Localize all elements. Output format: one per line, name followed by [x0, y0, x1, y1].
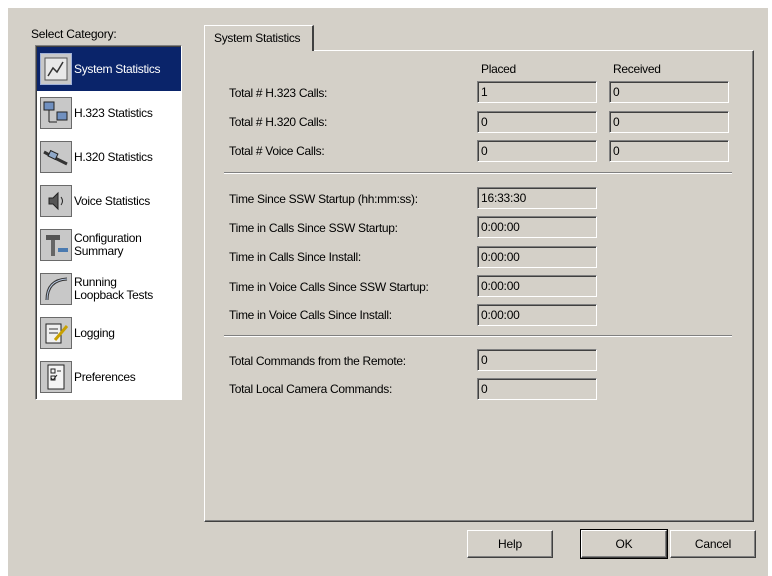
h323-received-field: 0 [609, 81, 729, 103]
cancel-button[interactable]: Cancel [670, 530, 756, 558]
category-label: Configuration Summary [74, 231, 142, 258]
speaker-icon [40, 185, 72, 217]
voice-calls-label: Total # Voice Calls: [229, 144, 325, 158]
category-item-h323-statistics[interactable]: H.323 Statistics [37, 91, 181, 135]
tab-system-statistics[interactable]: System Statistics [204, 25, 314, 51]
category-item-voice-statistics[interactable]: Voice Statistics [37, 179, 181, 223]
time-in-calls-install-field: 0:00:00 [477, 246, 597, 268]
local-camera-commands-field: 0 [477, 378, 597, 400]
time-in-voice-install-label: Time in Voice Calls Since Install: [229, 308, 392, 322]
category-label: Preferences [74, 369, 136, 384]
received-header: Received [613, 62, 661, 76]
notepad-pencil-icon [40, 317, 72, 349]
remote-commands-field: 0 [477, 349, 597, 371]
select-category-label: Select Category: [31, 27, 117, 41]
loopback-icon [40, 273, 72, 305]
h320-placed-field: 0 [477, 111, 597, 133]
time-in-calls-startup-label: Time in Calls Since SSW Startup: [229, 221, 398, 235]
h320-calls-label: Total # H.320 Calls: [229, 115, 328, 129]
category-label: Logging [74, 325, 115, 340]
local-camera-commands-label: Total Local Camera Commands: [229, 382, 393, 396]
help-button[interactable]: Help [467, 530, 553, 558]
time-in-calls-install-label: Time in Calls Since Install: [229, 250, 361, 264]
category-label: H.323 Statistics [74, 105, 153, 120]
time-in-voice-startup-field: 0:00:00 [477, 275, 597, 297]
category-list[interactable]: System Statistics H.323 Statistics H.320… [35, 45, 182, 400]
time-since-startup-label: Time Since SSW Startup (hh:mm:ss): [229, 192, 418, 206]
category-label: Running Loopback Tests [74, 275, 153, 302]
category-label: H.320 Statistics [74, 149, 153, 164]
time-in-voice-install-field: 0:00:00 [477, 304, 597, 326]
category-label: Voice Statistics [74, 193, 150, 208]
time-since-startup-field: 16:33:30 [477, 187, 597, 209]
h320-received-field: 0 [609, 111, 729, 133]
separator [224, 335, 732, 337]
time-in-voice-startup-label: Time in Voice Calls Since SSW Startup: [229, 280, 429, 294]
category-label: System Statistics [74, 61, 161, 76]
category-item-running-loopback-tests[interactable]: Running Loopback Tests [37, 267, 181, 311]
time-in-calls-startup-field: 0:00:00 [477, 216, 597, 238]
h323-calls-label: Total # H.323 Calls: [229, 86, 328, 100]
separator [224, 172, 732, 174]
checklist-icon [40, 361, 72, 393]
remote-commands-label: Total Commands from the Remote: [229, 354, 406, 368]
system-chart-icon [40, 53, 72, 85]
h323-placed-field: 1 [477, 81, 597, 103]
placed-header: Placed [481, 62, 516, 76]
category-item-configuration-summary[interactable]: Configuration Summary [37, 223, 181, 267]
category-item-preferences[interactable]: Preferences [37, 355, 181, 399]
voice-placed-field: 0 [477, 140, 597, 162]
tools-icon [40, 229, 72, 261]
network-computers-icon [40, 97, 72, 129]
category-item-logging[interactable]: Logging [37, 311, 181, 355]
category-item-system-statistics[interactable]: System Statistics [37, 47, 181, 91]
voice-received-field: 0 [609, 140, 729, 162]
isdn-plug-icon [40, 141, 72, 173]
category-item-h320-statistics[interactable]: H.320 Statistics [37, 135, 181, 179]
ok-button[interactable]: OK [580, 529, 668, 559]
